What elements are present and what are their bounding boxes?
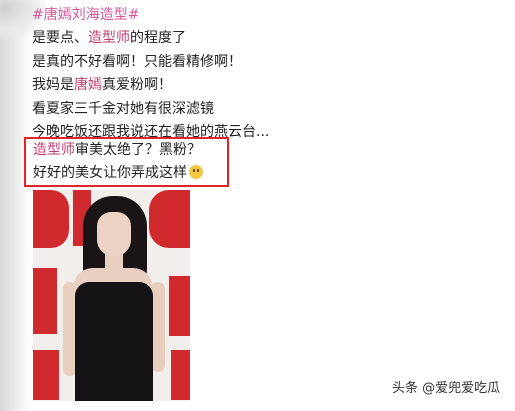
- text-segment: 是要点、: [32, 30, 88, 47]
- person-face: [97, 212, 131, 256]
- highlighted-keyword: 造型师: [88, 30, 130, 47]
- post-content: #唐嫣刘海造型# 是要点、造型师的程度了是真的不好看啊！只能看精修啊！ 我妈是唐嫣…: [32, 4, 502, 144]
- highlight-box: 造型师审美太绝了？黑粉？ 好好的美女让你弄成这样: [24, 137, 229, 187]
- highlighted-keyword: 唐嫣: [74, 77, 102, 94]
- post-text-line: 我妈是唐嫣真爱粉啊！: [32, 74, 502, 97]
- text-segment: 审美太绝了？黑粉？: [75, 142, 201, 158]
- text-segment: 真爱粉啊！: [102, 77, 172, 94]
- backdrop-letter-right: [169, 276, 190, 336]
- person-black-dress: [75, 282, 153, 401]
- watermark-text: 头条 @爱兜爱吃瓜: [392, 381, 501, 396]
- backdrop-letter-e: [33, 350, 59, 400]
- source-watermark: 头条 @爱兜爱吃瓜: [392, 377, 500, 396]
- hashtag-topic-link[interactable]: #唐嫣刘海造型#: [32, 4, 502, 27]
- face-with-hand-over-mouth-emoji: [189, 165, 203, 180]
- person-arm-right: [151, 282, 165, 372]
- post-text-line: 造型师审美太绝了？黑粉？: [33, 139, 234, 162]
- blurred-avatar-area: [0, 0, 30, 411]
- text-segment: 看夏家三千金对她有很深滤镜: [32, 100, 214, 117]
- backdrop-letter-right-lower: [171, 350, 190, 400]
- text-segment: 是真的不好看啊！只能看精修啊！: [32, 53, 242, 70]
- backdrop-letter-s: [33, 190, 69, 248]
- post-text-line: 是要点、造型师的程度了: [32, 27, 502, 50]
- backdrop-letter-g: [149, 190, 190, 248]
- post-text-line: 好好的美女让你弄成这样: [33, 162, 234, 185]
- highlighted-keyword: 造型师: [33, 142, 75, 158]
- post-text-line: 看夏家三千金对她有很深滤镜: [32, 98, 502, 121]
- backdrop-letter-f: [33, 268, 57, 334]
- text-segment: 的程度了: [130, 30, 186, 47]
- post-photo[interactable]: [33, 190, 190, 401]
- post-text-line: 是真的不好看啊！只能看精修啊！: [32, 51, 502, 74]
- text-segment: 我妈是: [32, 77, 74, 94]
- text-segment: 好好的美女让你弄成这样: [33, 165, 187, 182]
